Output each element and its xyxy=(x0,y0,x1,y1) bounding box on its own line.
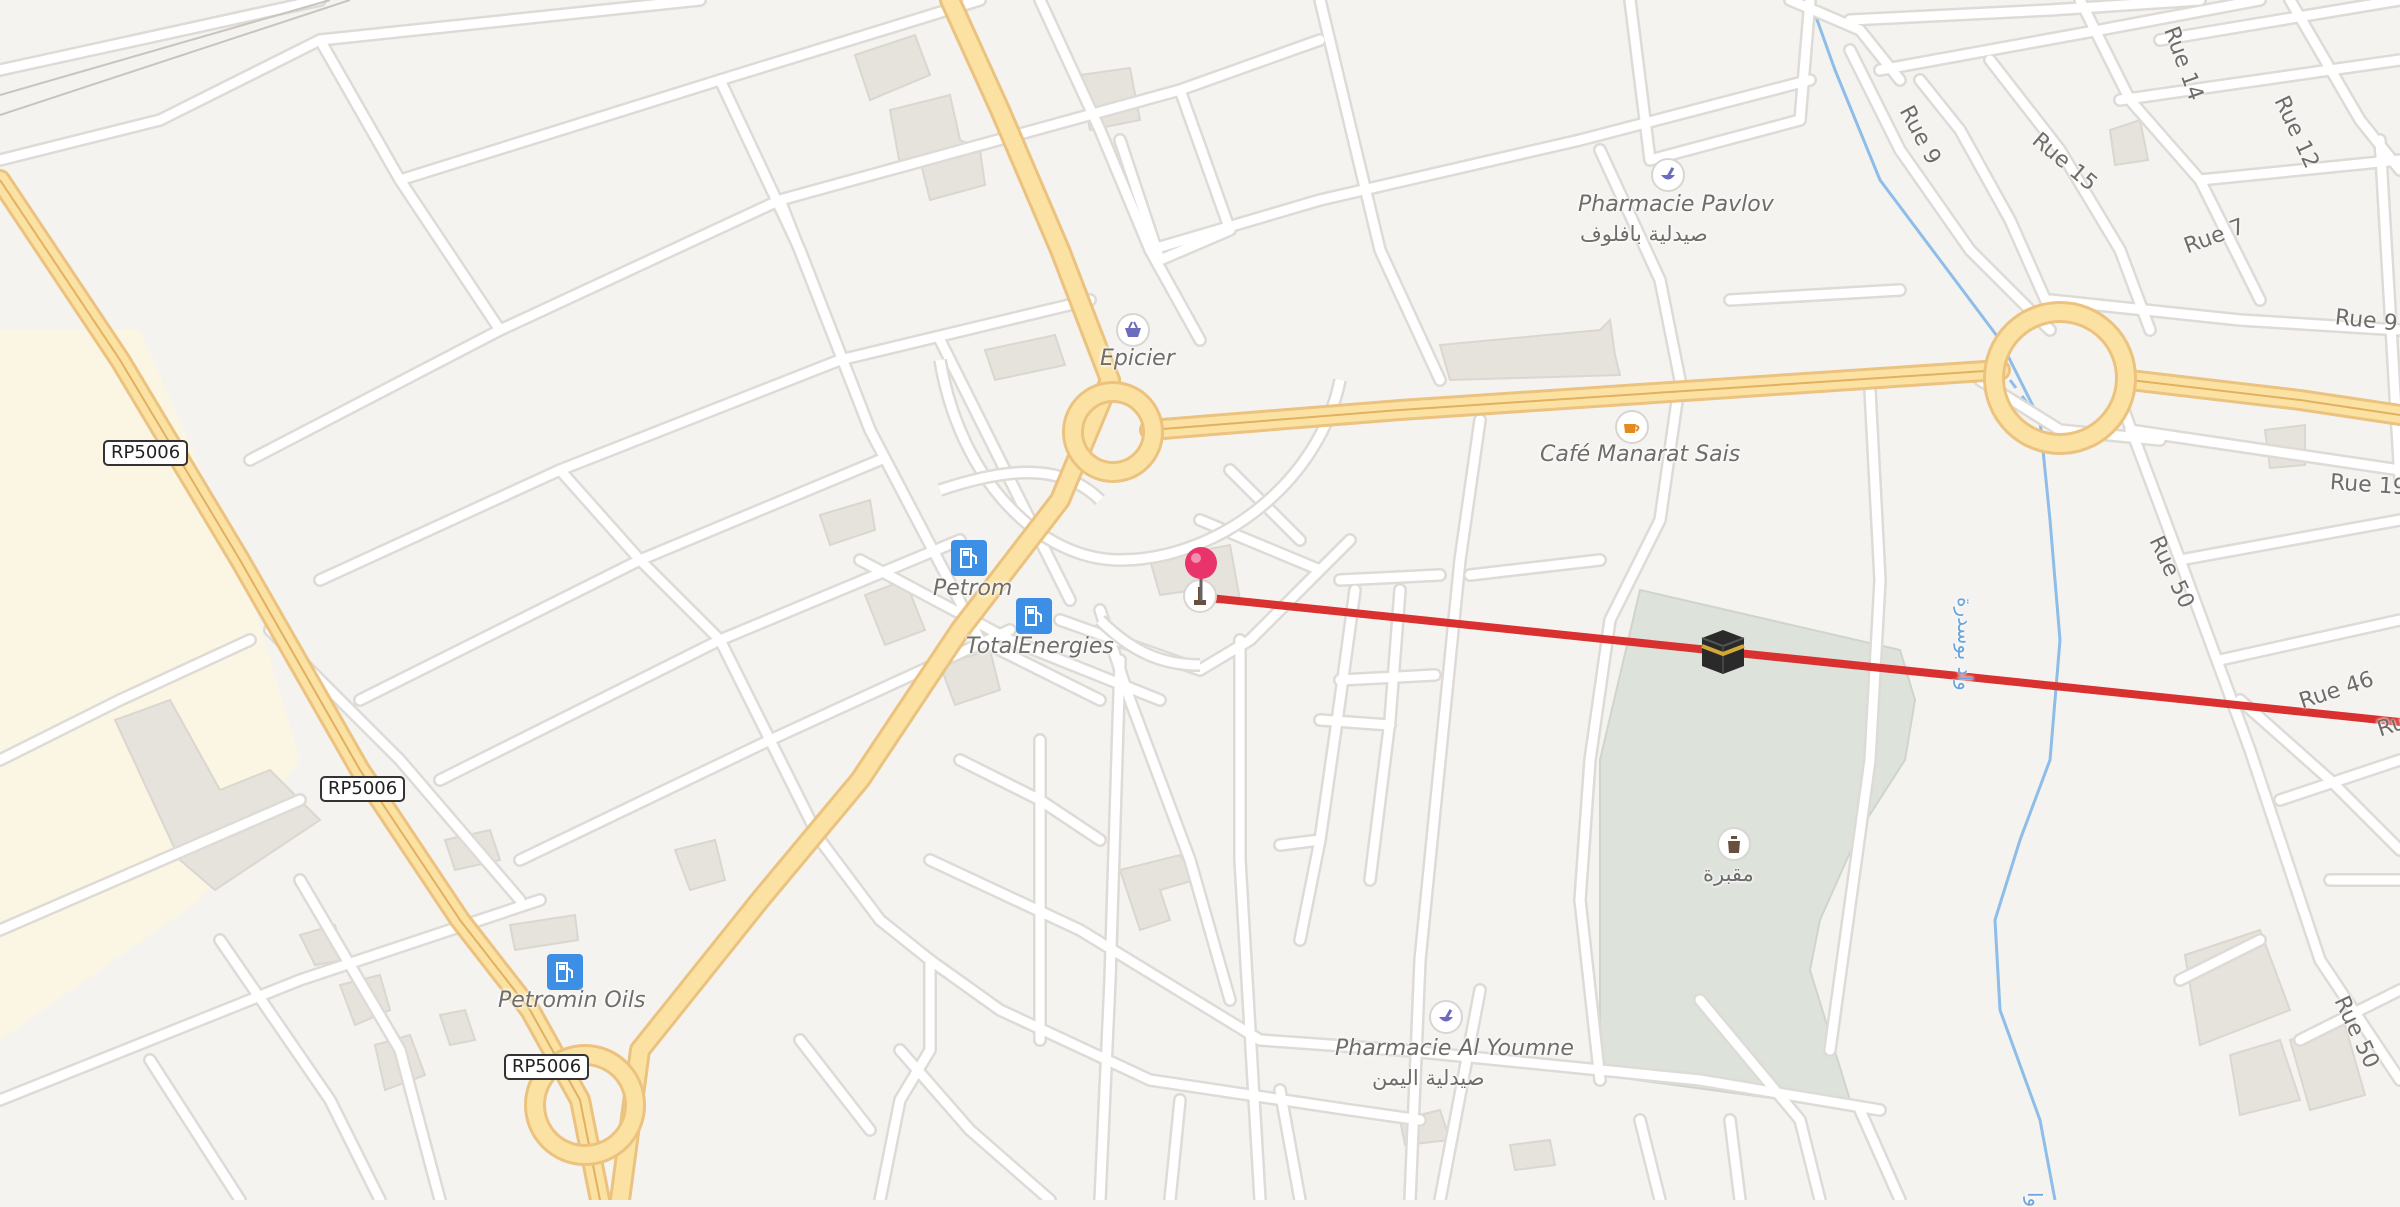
coffee-glyph xyxy=(1624,424,1640,433)
basket-glyph xyxy=(1125,321,1141,337)
totalenergies-label[interactable]: TotalEnergies xyxy=(966,634,1114,659)
cemetery-glyph xyxy=(1728,836,1740,853)
fuel-glyph xyxy=(1025,606,1042,626)
pharmacy-icon[interactable] xyxy=(1429,1000,1463,1034)
waterways xyxy=(1808,0,2062,1200)
pharmacy-icon[interactable] xyxy=(1651,158,1685,192)
road-shield: RP5006 xyxy=(320,776,406,802)
shopping-basket-icon[interactable] xyxy=(1116,313,1150,347)
map-canvas[interactable]: RP5006 RP5006 RP5006 Rue 9 Rue 14 Rue 12… xyxy=(0,0,2400,1207)
petrom-label[interactable]: Petrom xyxy=(933,576,1012,601)
epicier-label[interactable]: Epicier xyxy=(1100,346,1175,371)
map-pin-icon[interactable] xyxy=(1178,545,1224,603)
road-shield: RP5006 xyxy=(103,440,189,466)
cemetery-icon[interactable] xyxy=(1717,827,1751,861)
pharmacy-icon-glyph xyxy=(1439,1009,1453,1022)
fuel-pump-icon[interactable] xyxy=(951,540,987,576)
cafe-manarat-sais-label[interactable]: Café Manarat Sais xyxy=(1540,442,1740,467)
fuel-pump-icon[interactable] xyxy=(1016,598,1052,634)
pharmacy-icon-glyph xyxy=(1661,167,1675,180)
pharmacy-pavlov-arabic-label: صيدلية بافلوف xyxy=(1580,222,1708,246)
pharmacie-al-youmne-arabic-label: صيدلية اليمن xyxy=(1372,1066,1485,1090)
pharmacy-pavlov-label[interactable]: Pharmacie Pavlov xyxy=(1578,192,1774,217)
waterway-label: واد بوسدرة xyxy=(1953,597,1977,691)
fuel-pump-icon[interactable] xyxy=(547,954,583,990)
street-label: Rue 19 xyxy=(2329,470,2400,501)
fuel-glyph xyxy=(960,548,977,568)
cemetery-label: مقبرة xyxy=(1703,862,1754,886)
pharmacie-al-youmne-label[interactable]: Pharmacie Al Youmne xyxy=(1335,1036,1574,1061)
kaaba-icon[interactable] xyxy=(1696,624,1750,678)
petromin-oils-label[interactable]: Petromin Oils xyxy=(498,988,645,1013)
road-shield: RP5006 xyxy=(504,1054,590,1080)
fuel-glyph xyxy=(556,962,573,982)
coffee-cup-icon[interactable] xyxy=(1615,410,1649,444)
